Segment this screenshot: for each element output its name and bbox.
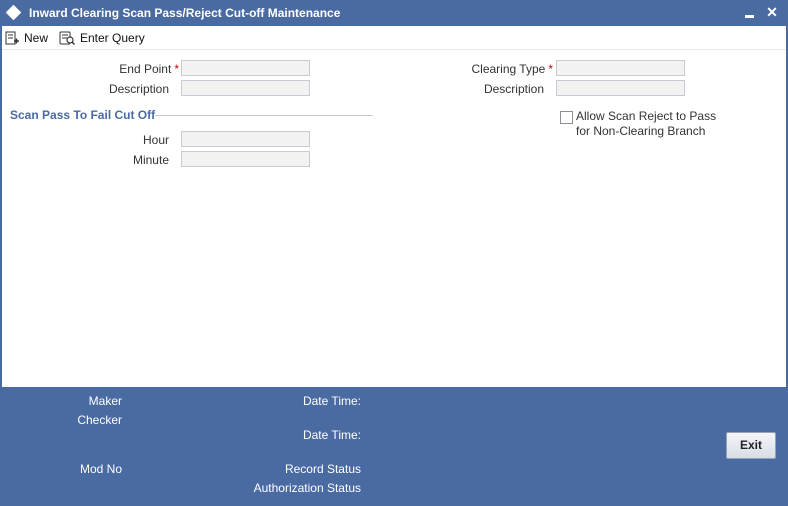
hour-label: Hour (142, 133, 169, 147)
end-point-label-text: End Point (119, 62, 172, 76)
window-diamond-icon (5, 4, 22, 21)
required-marker: * (548, 62, 553, 76)
minute-label: Minute (132, 153, 169, 167)
clearing-type-label: Clearing Type * (422, 62, 554, 76)
clearing-description-label: Description (483, 82, 544, 96)
new-button[interactable]: New (4, 28, 48, 48)
query-icon (59, 31, 76, 46)
clearing-type-label-text: Clearing Type (471, 62, 546, 76)
exit-button[interactable]: Exit (726, 432, 776, 459)
audit-footer: Maker Checker Date Time: Date Time: Mod … (0, 387, 788, 506)
description-field[interactable] (181, 80, 310, 96)
description-label: Description (108, 82, 169, 96)
new-label: New (24, 31, 49, 45)
minute-field[interactable] (181, 151, 310, 167)
maker-date-time-label: Date Time: (302, 394, 361, 408)
allow-scan-reject-checkbox[interactable] (560, 111, 573, 124)
end-point-label: End Point * (62, 62, 179, 76)
allow-scan-reject-label: Allow Scan Reject to Pass for Non-Cleari… (576, 109, 716, 139)
minimize-button[interactable] (741, 3, 759, 21)
clearing-description-field[interactable] (556, 80, 685, 96)
maker-label: Maker (88, 394, 122, 408)
title-bar: Inward Clearing Scan Pass/Reject Cut-off… (0, 0, 788, 26)
enter-query-label: Enter Query (80, 31, 145, 45)
enter-query-button[interactable]: Enter Query (58, 28, 145, 48)
clearing-type-field[interactable] (556, 60, 685, 76)
checker-date-time-label: Date Time: (302, 428, 361, 442)
allow-scan-reject-line2: for Non-Clearing Branch (576, 124, 706, 138)
section-title: Scan Pass To Fail Cut Off (10, 108, 156, 122)
form-content: New Enter Query End Point * Description S… (2, 26, 786, 387)
checker-label: Checker (77, 413, 122, 427)
new-document-icon (5, 31, 19, 45)
toolbar: New Enter Query (2, 26, 786, 50)
mod-no-label: Mod No (79, 462, 122, 476)
allow-scan-reject-line1: Allow Scan Reject to Pass (576, 109, 717, 123)
record-status-label: Record Status (284, 462, 361, 476)
minimize-icon (745, 15, 754, 18)
section-divider (155, 115, 373, 116)
hour-field[interactable] (181, 131, 310, 147)
required-marker: * (174, 62, 179, 76)
authorization-status-label: Authorization Status (253, 481, 361, 495)
end-point-field[interactable] (181, 60, 310, 76)
close-button[interactable]: ✕ (763, 3, 781, 21)
window-title: Inward Clearing Scan Pass/Reject Cut-off… (29, 6, 341, 20)
window: Inward Clearing Scan Pass/Reject Cut-off… (0, 0, 788, 506)
